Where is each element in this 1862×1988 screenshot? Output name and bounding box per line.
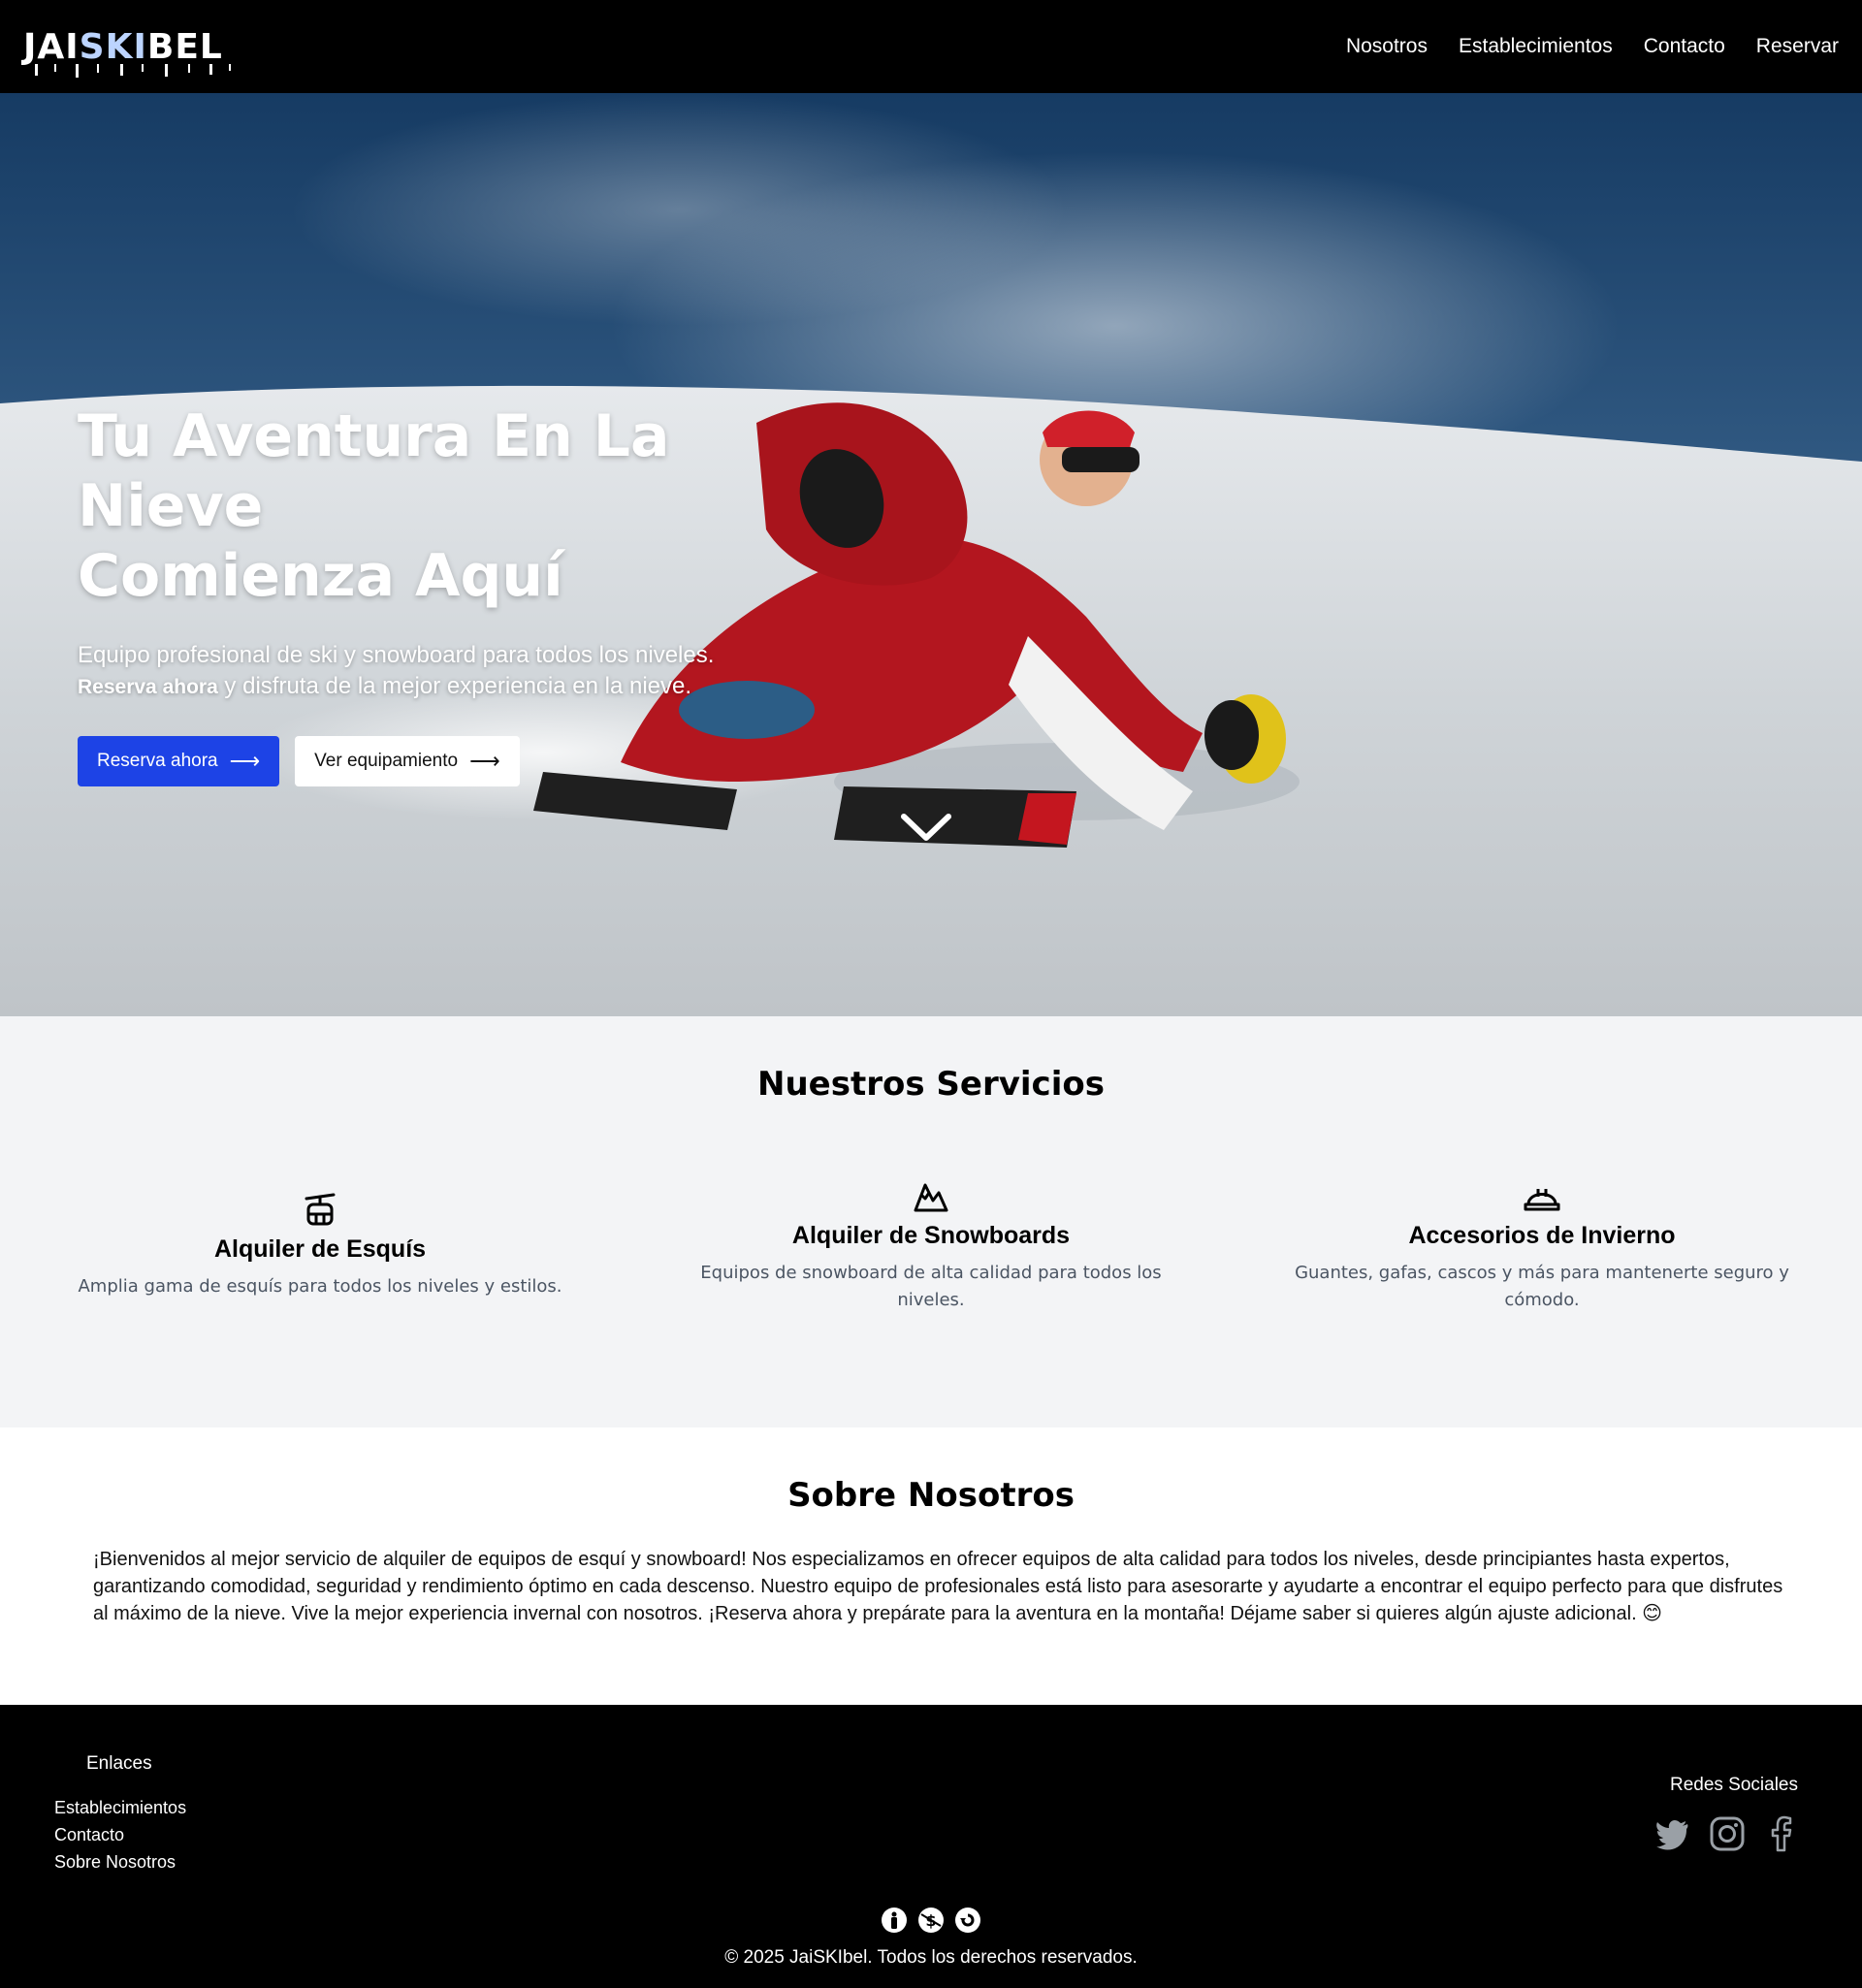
hero-buttons: Reserva ahora ⟶ Ver equipamiento ⟶	[78, 736, 873, 786]
services-title: Nuestros Servicios	[757, 1065, 1105, 1104]
hero-subtitle-line-1: Equipo profesional de ski y snowboard pa…	[78, 642, 715, 668]
logo-text-suffix: BEL	[146, 26, 223, 67]
hero-subtitle-rest: y disfruta de la mejor experiencia en la…	[217, 673, 692, 699]
service-card-accessories: Accesorios de Invierno Guantes, gafas, c…	[1280, 1177, 1804, 1314]
hero-title-line-2: Comienza Aquí	[78, 542, 563, 610]
service-description: Amplia gama de esquís para todos los niv…	[78, 1276, 562, 1297]
mountain-icon	[914, 1183, 948, 1212]
view-equipment-label: Ver equipamiento	[314, 751, 459, 771]
chevron-down-icon[interactable]	[900, 811, 952, 844]
nav-link-reservar[interactable]: Reservar	[1756, 35, 1839, 58]
helmet-icon	[1524, 1189, 1560, 1211]
arrow-right-icon: ⟶	[229, 749, 261, 773]
creative-commons-nc-icon: $	[918, 1908, 944, 1933]
license-icons: $	[881, 1907, 981, 1934]
main-nav: Nosotros Establecimientos Contacto Reser…	[1346, 35, 1839, 58]
about-text: ¡Bienvenidos al mejor servicio de alquil…	[93, 1549, 1783, 1624]
arrow-right-icon: ⟶	[469, 749, 500, 773]
creative-commons-by-icon	[882, 1908, 907, 1933]
social-icons	[1654, 1815, 1800, 1852]
footer-link-contacto[interactable]: Contacto	[54, 1823, 186, 1846]
cable-car-icon	[305, 1193, 336, 1226]
logo-text-highlight: SKI	[79, 26, 147, 67]
twitter-icon[interactable]	[1654, 1815, 1691, 1852]
about-section: Sobre Nosotros ¡Bienvenidos al mejor ser…	[0, 1427, 1862, 1705]
service-title: Accesorios de Invierno	[1408, 1222, 1676, 1249]
footer-link-establecimientos[interactable]: Establecimientos	[54, 1796, 186, 1819]
copyright-text: © 2025 JaiSKIbel. Todos los derechos res…	[724, 1947, 1138, 1968]
service-description: Guantes, gafas, cascos y más para manten…	[1295, 1263, 1789, 1310]
about-title: Sobre Nosotros	[787, 1476, 1075, 1515]
creative-commons-sa-icon	[955, 1908, 980, 1933]
services-section: Nuestros Servicios Alquiler de Esquís Am…	[0, 1016, 1862, 1427]
nav-link-nosotros[interactable]: Nosotros	[1346, 35, 1428, 58]
footer-link-sobre-nosotros[interactable]: Sobre Nosotros	[54, 1850, 186, 1874]
hero-section: Tu Aventura En La Nieve Comienza Aquí Eq…	[0, 93, 1862, 1016]
navbar: JAISKIBEL Nosotros Establecimientos Cont…	[0, 0, 1862, 93]
footer-links-heading: Enlaces	[86, 1753, 152, 1774]
hero-content: Tu Aventura En La Nieve Comienza Aquí Eq…	[78, 401, 873, 786]
service-title: Alquiler de Snowboards	[791, 1222, 1071, 1249]
service-card-skis: Alquiler de Esquís Amplia gama de esquís…	[58, 1191, 582, 1300]
nav-link-establecimientos[interactable]: Establecimientos	[1459, 35, 1613, 58]
service-card-snowboards: Alquiler de Snowboards Equipos de snowbo…	[669, 1177, 1193, 1314]
hero-subtitle-bold: Reserva ahora	[78, 676, 218, 698]
footer-links: Establecimientos Contacto Sobre Nosotros	[54, 1796, 186, 1874]
reserve-now-button[interactable]: Reserva ahora ⟶	[78, 736, 280, 786]
social-heading: Redes Sociales	[1669, 1775, 1798, 1795]
reserve-now-label: Reserva ahora	[97, 751, 218, 771]
service-description: Equipos de snowboard de alta calidad par…	[700, 1263, 1162, 1310]
logo-icicles-icon	[35, 63, 231, 78]
nav-link-contacto[interactable]: Contacto	[1644, 35, 1725, 58]
logo-text-prefix: JAI	[23, 26, 80, 67]
brand-logo[interactable]: JAISKIBEL	[23, 26, 231, 78]
hero-title: Tu Aventura En La Nieve Comienza Aquí	[78, 401, 873, 611]
service-title: Alquiler de Esquís	[213, 1235, 427, 1263]
hero-title-line-1: Tu Aventura En La Nieve	[78, 402, 670, 540]
view-equipment-button[interactable]: Ver equipamiento ⟶	[295, 736, 520, 786]
site-footer: Enlaces Establecimientos Contacto Sobre …	[0, 1705, 1862, 1988]
hero-subtitle: Equipo profesional de ski y snowboard pa…	[78, 640, 873, 703]
instagram-icon[interactable]	[1709, 1815, 1746, 1852]
facebook-icon[interactable]	[1763, 1815, 1800, 1852]
